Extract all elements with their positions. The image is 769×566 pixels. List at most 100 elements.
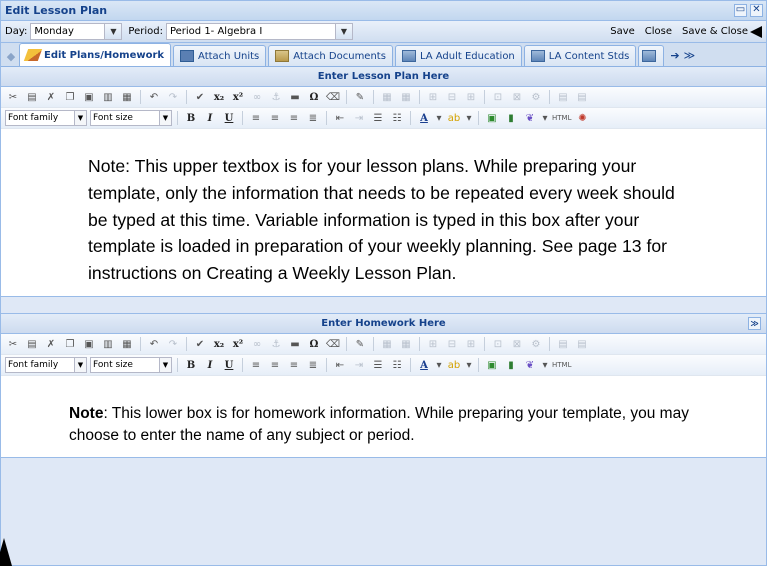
col-insert-icon[interactable]: ⊞: [463, 90, 479, 105]
horizontal-rule-icon[interactable]: ▬: [287, 337, 303, 352]
superscript-icon[interactable]: x²: [230, 90, 246, 105]
paste-icon[interactable]: ▣: [81, 337, 97, 352]
save-and-close-button[interactable]: Save & Close: [682, 26, 748, 37]
tab-overflow[interactable]: [638, 45, 665, 66]
table-icon[interactable]: ▦: [379, 90, 395, 105]
bullet-list-icon[interactable]: ☰: [370, 358, 386, 373]
collapse-icon[interactable]: ≫: [748, 317, 761, 330]
paste-word-icon[interactable]: ▦: [119, 337, 135, 352]
merge-cells-icon[interactable]: ⊡: [490, 90, 506, 105]
clean-icon[interactable]: ✂: [5, 337, 21, 352]
chevron-down-icon[interactable]: ▼: [159, 111, 171, 125]
special-char-icon[interactable]: Ω: [306, 337, 322, 352]
font-size-select[interactable]: Font size ▼: [90, 357, 172, 373]
tab-attach-units[interactable]: Attach Units: [173, 45, 267, 66]
chevron-down-icon[interactable]: ▾: [541, 358, 549, 373]
paste-text-icon[interactable]: ▥: [100, 337, 116, 352]
tab-attach-documents[interactable]: Attach Documents: [268, 45, 393, 66]
paste-word-icon[interactable]: ▦: [119, 90, 135, 105]
paste-text-icon[interactable]: ▥: [100, 90, 116, 105]
italic-icon[interactable]: I: [202, 358, 218, 373]
bullet-list-icon[interactable]: ☰: [370, 111, 386, 126]
chevron-down-icon[interactable]: ▼: [334, 24, 352, 39]
underline-icon[interactable]: U: [221, 358, 237, 373]
superscript-icon[interactable]: x²: [230, 337, 246, 352]
link-icon[interactable]: ∞: [249, 90, 265, 105]
align-center-icon[interactable]: ≡: [267, 111, 283, 126]
emoticon-icon[interactable]: ✺: [574, 111, 590, 126]
subscript-icon[interactable]: x₂: [211, 90, 227, 105]
day-select[interactable]: Monday ▼: [30, 23, 123, 40]
spell-icon[interactable]: ❦: [522, 111, 538, 126]
indent-icon[interactable]: ⇥: [351, 358, 367, 373]
align-center-icon[interactable]: ≡: [267, 358, 283, 373]
edit-source-icon[interactable]: ✎: [352, 90, 368, 105]
chevron-down-icon[interactable]: ▾: [465, 358, 473, 373]
eraser-icon[interactable]: ⌫: [325, 90, 341, 105]
table-props-icon[interactable]: ▦: [398, 90, 414, 105]
tab-scroll-right-icon[interactable]: ➔: [670, 49, 679, 62]
paste-icon[interactable]: ▣: [81, 90, 97, 105]
split-cells-icon[interactable]: ⊠: [509, 90, 525, 105]
save-button[interactable]: Save: [610, 26, 635, 37]
cut-icon[interactable]: ✗: [43, 337, 59, 352]
restore-icon[interactable]: ▭: [734, 4, 747, 17]
numbered-list-icon[interactable]: ☷: [389, 111, 405, 126]
anchor-icon[interactable]: ⚓: [268, 90, 284, 105]
grid-icon[interactable]: ▤: [555, 90, 571, 105]
tab-edit-plans[interactable]: Edit Plans/Homework: [19, 43, 172, 66]
copy-icon[interactable]: ❐: [62, 337, 78, 352]
link-icon[interactable]: ∞: [249, 337, 265, 352]
period-select[interactable]: Period 1- Algebra I ▼: [165, 23, 353, 40]
tab-la-adult-education[interactable]: LA Adult Education: [394, 45, 522, 66]
indent-icon[interactable]: ⇥: [351, 111, 367, 126]
highlight-color-icon[interactable]: ab: [446, 358, 462, 373]
chevron-down-icon[interactable]: ▾: [435, 111, 443, 126]
font-family-select[interactable]: Font family ▼: [5, 357, 87, 373]
row-insert-icon[interactable]: ⊞: [425, 90, 441, 105]
close-button[interactable]: Close: [645, 26, 672, 37]
chevron-down-icon[interactable]: ▼: [104, 24, 122, 39]
chevron-down-icon[interactable]: ▼: [74, 111, 86, 125]
tab-la-content-stds[interactable]: LA Content Stds: [523, 45, 637, 66]
chevron-down-icon[interactable]: ▼: [159, 358, 171, 372]
undo-icon[interactable]: ↶: [146, 90, 162, 105]
cut-icon[interactable]: ✗: [43, 90, 59, 105]
align-right-icon[interactable]: ≡: [286, 358, 302, 373]
bold-icon[interactable]: B: [183, 111, 199, 126]
grid-alt-icon[interactable]: ▤: [574, 337, 590, 352]
clean-icon[interactable]: ✂: [5, 90, 21, 105]
anchor-icon[interactable]: ⚓: [268, 337, 284, 352]
redo-icon[interactable]: ↷: [165, 90, 181, 105]
chevron-down-icon[interactable]: ▾: [435, 358, 443, 373]
redo-icon[interactable]: ↷: [165, 337, 181, 352]
bold-icon[interactable]: B: [183, 358, 199, 373]
outdent-icon[interactable]: ⇤: [332, 111, 348, 126]
underline-icon[interactable]: U: [221, 111, 237, 126]
highlight-color-icon[interactable]: ab: [446, 111, 462, 126]
font-family-select[interactable]: Font family ▼: [5, 110, 87, 126]
html-source-button[interactable]: HTML: [552, 114, 571, 122]
image-icon[interactable]: ▣: [484, 358, 500, 373]
undo-icon[interactable]: ↶: [146, 337, 162, 352]
font-size-select[interactable]: Font size ▼: [90, 110, 172, 126]
eraser-icon[interactable]: ⌫: [325, 337, 341, 352]
lesson-plan-editor[interactable]: Note: This upper textbox is for your les…: [1, 129, 766, 297]
chevron-down-icon[interactable]: ▼: [74, 358, 86, 372]
font-color-icon[interactable]: A: [416, 358, 432, 373]
font-color-icon[interactable]: A: [416, 111, 432, 126]
cell-props-icon[interactable]: ⚙: [528, 90, 544, 105]
spellcheck-icon[interactable]: ✔: [192, 90, 208, 105]
table-icon[interactable]: ▦: [379, 337, 395, 352]
copy-icon[interactable]: ❐: [62, 90, 78, 105]
row-delete-icon[interactable]: ⊟: [444, 337, 460, 352]
print-icon[interactable]: ▤: [24, 90, 40, 105]
media-icon[interactable]: ▮: [503, 358, 519, 373]
numbered-list-icon[interactable]: ☷: [389, 358, 405, 373]
close-icon[interactable]: ✕: [750, 4, 763, 17]
tab-menu-icon[interactable]: ≫: [684, 49, 696, 62]
row-insert-icon[interactable]: ⊞: [425, 337, 441, 352]
chevron-down-icon[interactable]: ▾: [465, 111, 473, 126]
html-source-button[interactable]: HTML: [552, 361, 571, 369]
align-left-icon[interactable]: ≡: [248, 111, 264, 126]
